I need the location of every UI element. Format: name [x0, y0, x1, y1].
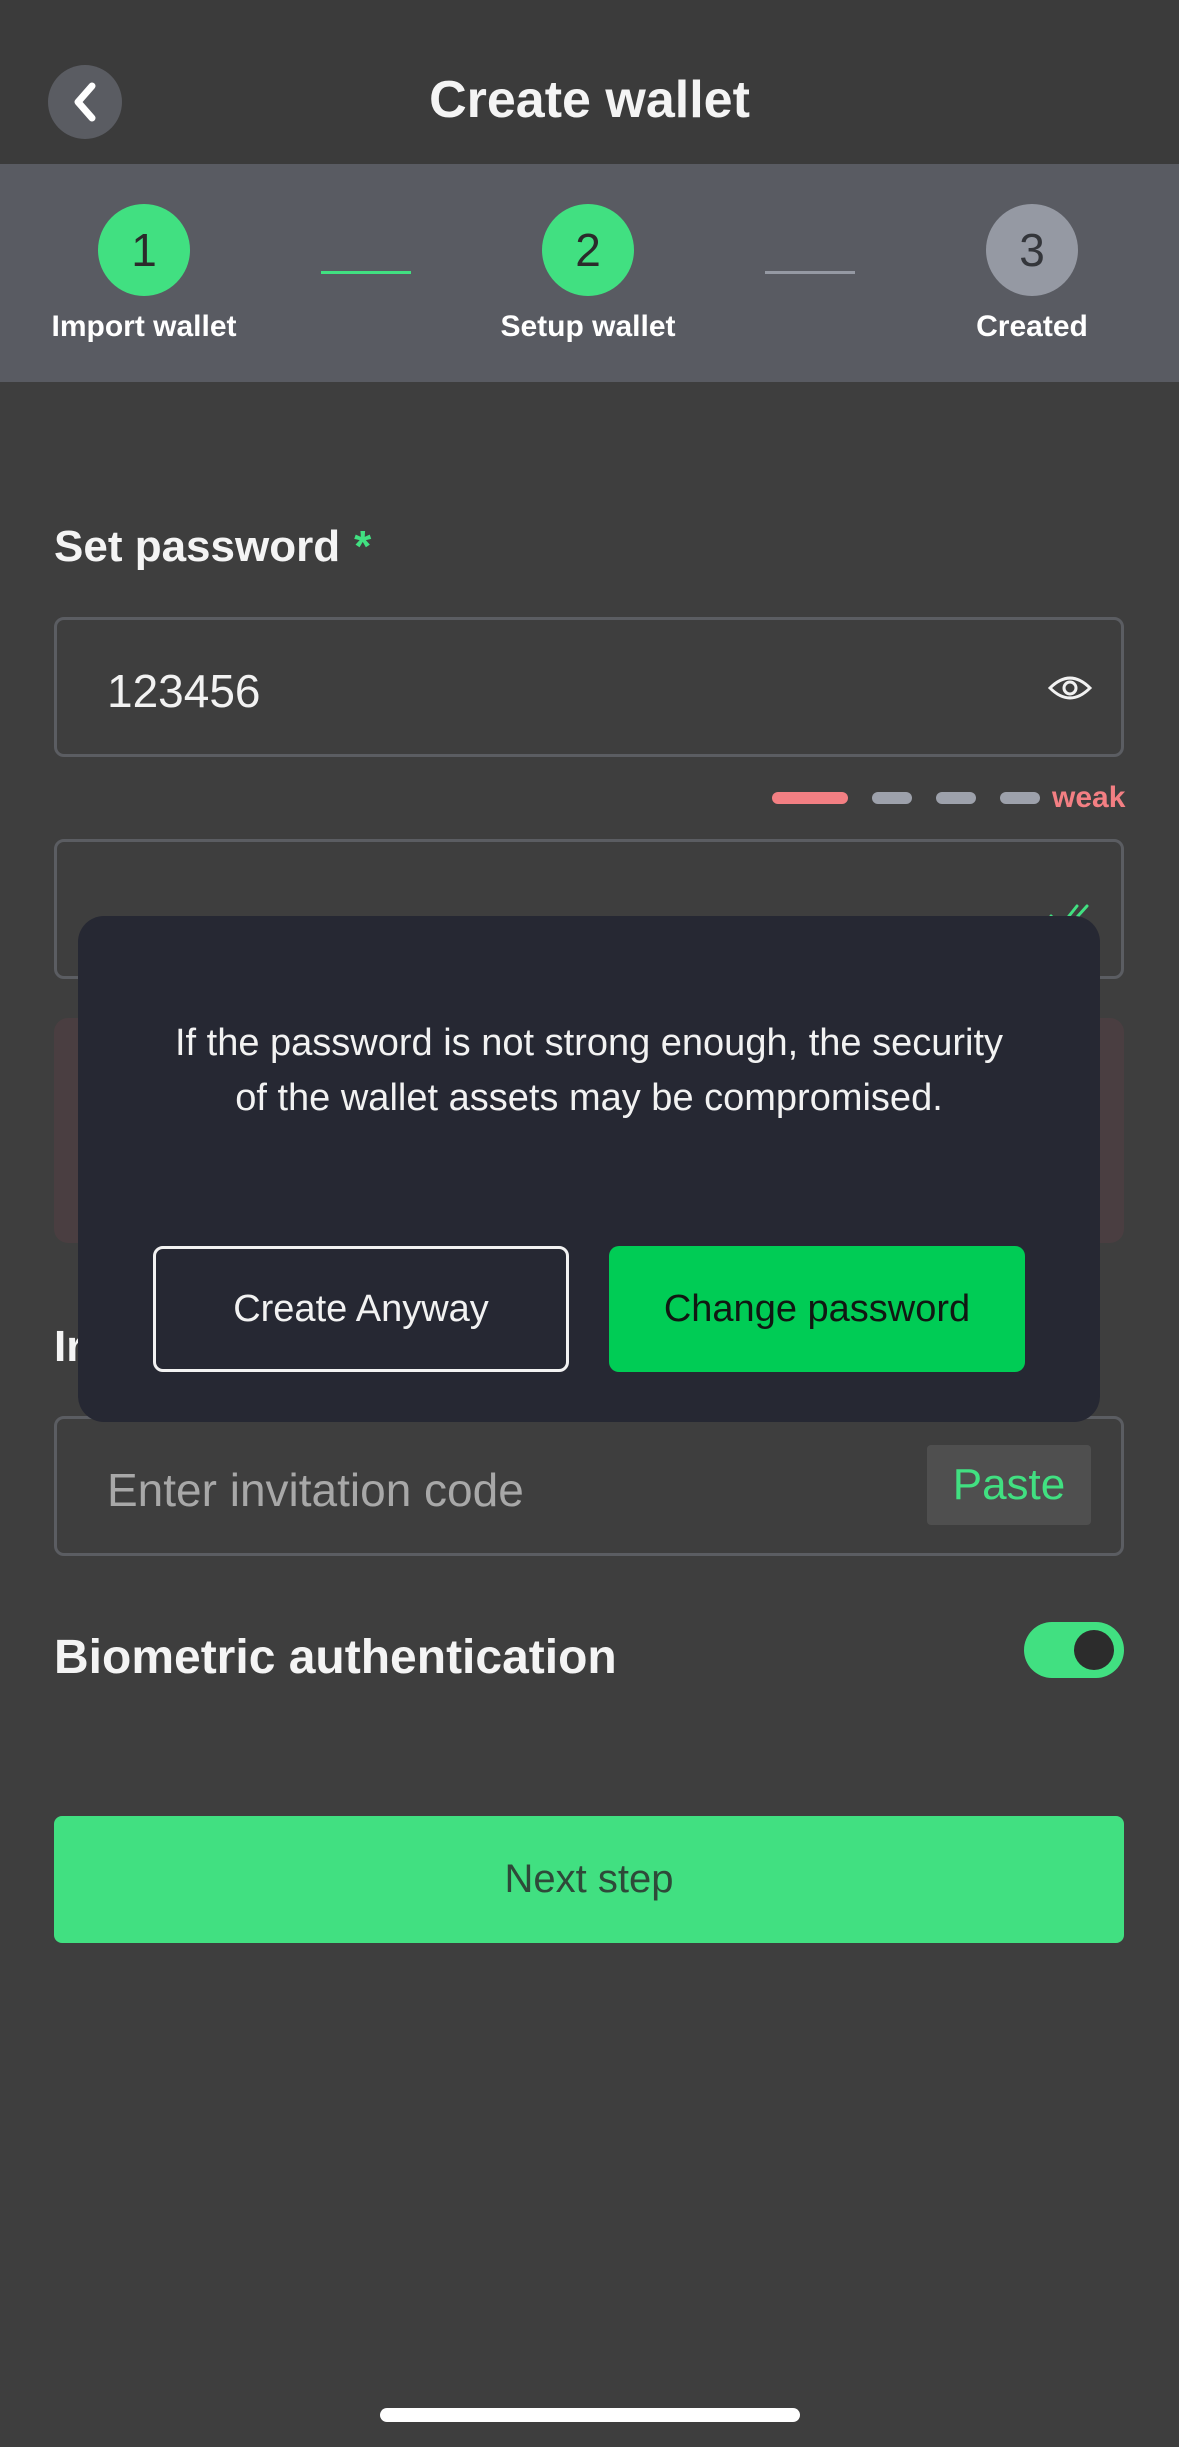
step-setup-wallet: 2 Setup wallet [458, 204, 718, 344]
step-number: 2 [542, 204, 634, 296]
change-password-button[interactable]: Change password [609, 1246, 1025, 1372]
paste-button[interactable]: Paste [927, 1445, 1091, 1525]
step-number: 1 [98, 204, 190, 296]
step-label: Import wallet [51, 310, 237, 343]
step-created: 3 Created [902, 204, 1162, 344]
invitation-code-field[interactable]: Enter invitation code Paste [54, 1416, 1124, 1556]
toggle-knob [1074, 1630, 1114, 1670]
strength-label: weak [1052, 781, 1126, 814]
home-indicator [380, 2408, 800, 2422]
create-anyway-button[interactable]: Create Anyway [153, 1246, 569, 1372]
required-mark: * [354, 522, 372, 571]
weak-password-dialog: If the password is not strong enough, th… [78, 916, 1100, 1422]
strength-bar [872, 792, 912, 804]
biometric-toggle[interactable] [1024, 1622, 1124, 1678]
password-strength-meter: weak [772, 781, 1125, 814]
next-step-button[interactable]: Next step [54, 1816, 1124, 1943]
password-field[interactable]: 123456 [54, 617, 1124, 757]
dialog-message: If the password is not strong enough, th… [174, 1022, 1004, 1119]
create-wallet-screen: Create wallet 1 Import wallet 2 Setup wa… [0, 0, 1179, 2447]
stepper: 1 Import wallet 2 Setup wallet 3 Created [0, 164, 1179, 382]
step-number: 3 [986, 204, 1078, 296]
strength-bar [772, 792, 848, 804]
step-label: Setup wallet [500, 310, 676, 343]
invitation-code-placeholder: Enter invitation code [107, 1464, 524, 1516]
set-password-label: Set password * [54, 522, 371, 572]
password-value: 123456 [107, 665, 261, 717]
eye-icon[interactable] [1047, 668, 1093, 708]
header: Create wallet [0, 0, 1179, 164]
step-connector [321, 271, 411, 274]
step-label: Created [976, 310, 1088, 343]
strength-bar [936, 792, 976, 804]
biometric-label: Biometric authentication [54, 1631, 617, 1684]
step-connector [765, 271, 855, 274]
set-password-text: Set password [54, 522, 341, 571]
page-title: Create wallet [429, 71, 750, 129]
strength-bar [1000, 792, 1040, 804]
step-import-wallet: 1 Import wallet [14, 204, 274, 344]
